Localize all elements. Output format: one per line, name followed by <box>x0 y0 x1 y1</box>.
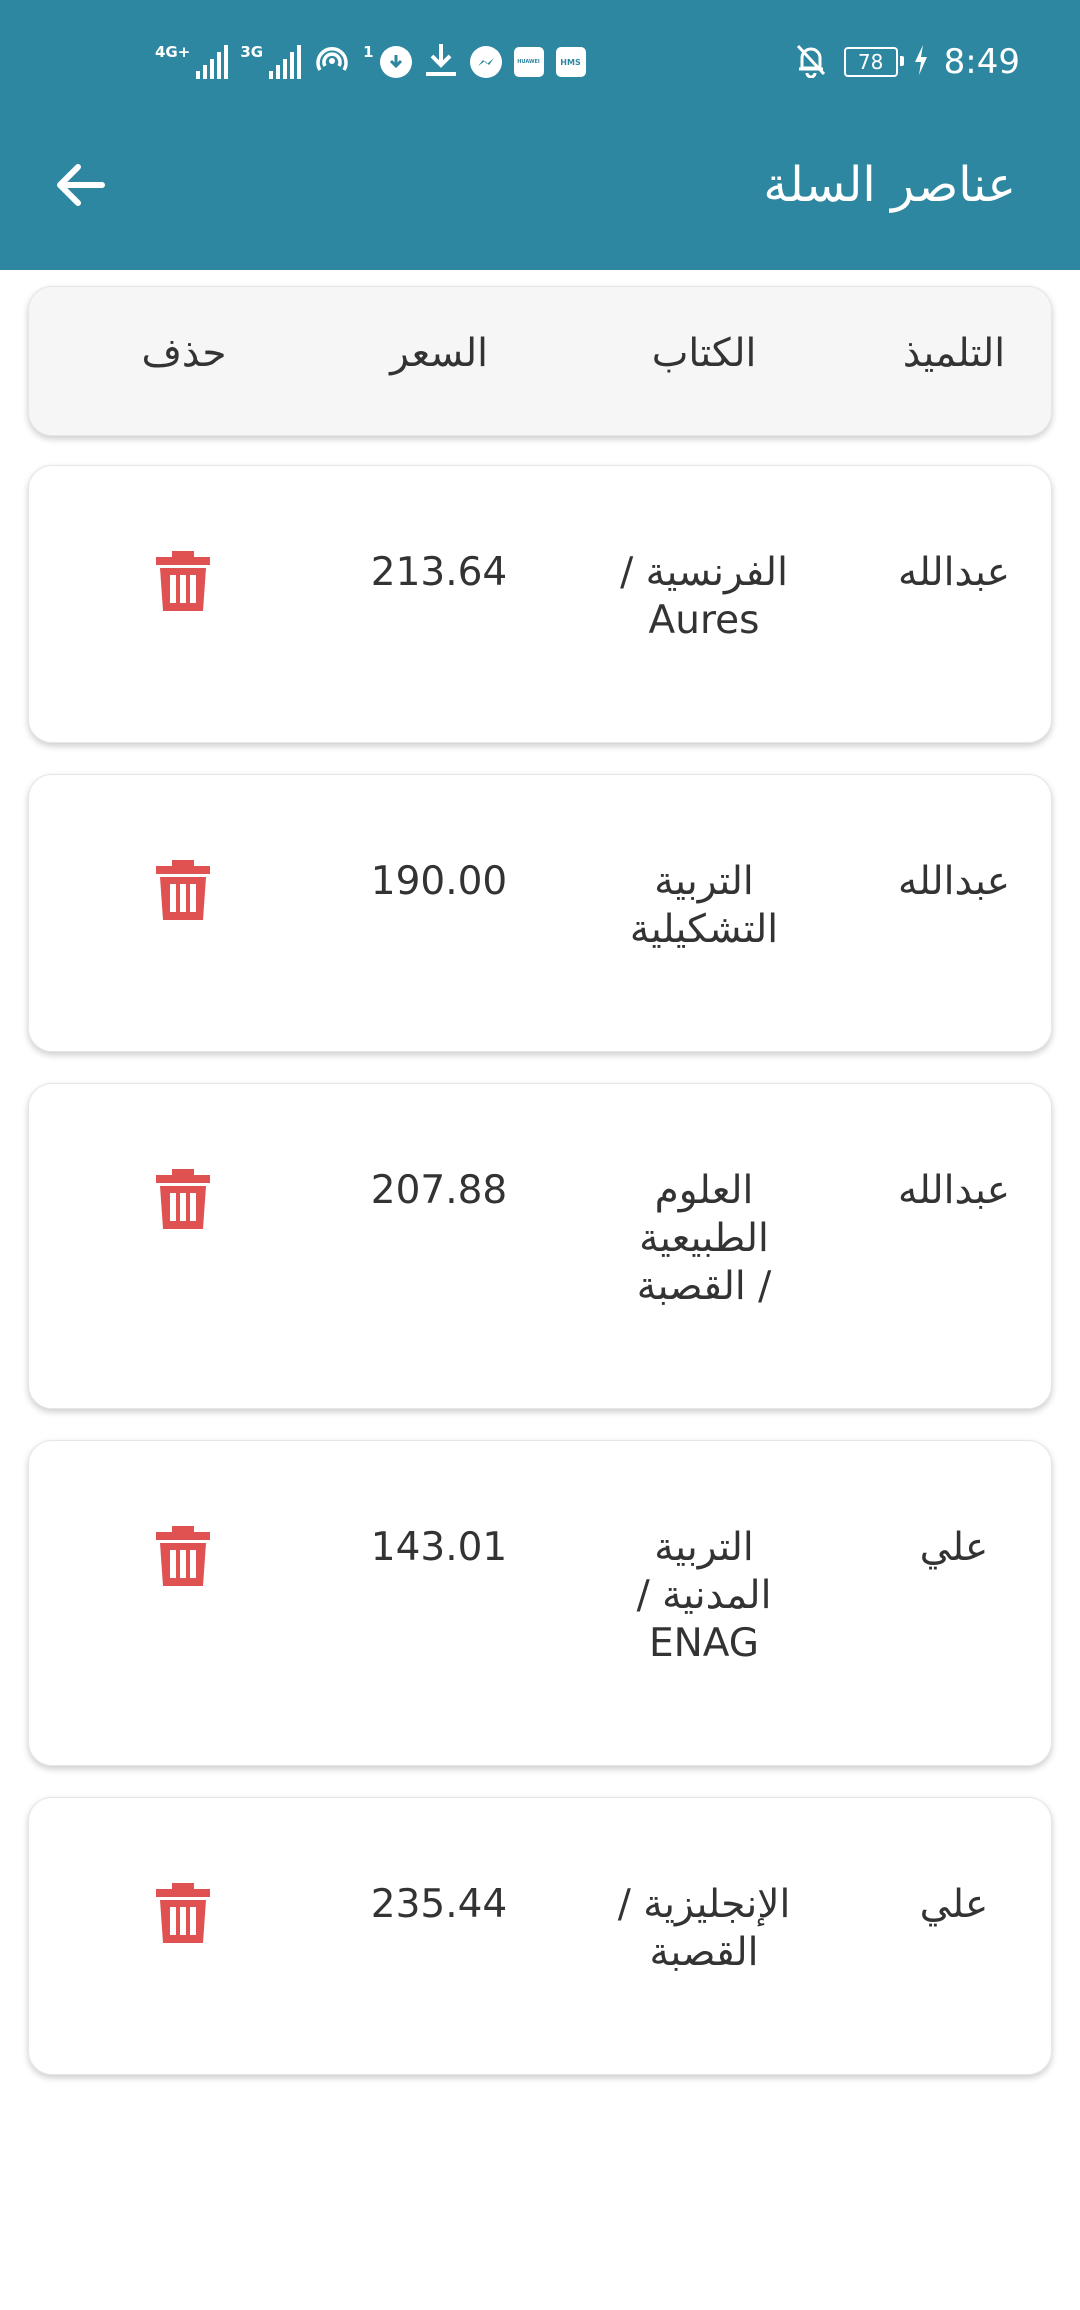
row-student: عبدالله <box>897 859 1011 904</box>
hms-icon: HMS <box>555 47 586 77</box>
row-student: علي <box>919 1525 989 1570</box>
table-row: عبدالله العلوم الطبيعية / القصبة 207.88 <box>28 1083 1052 1409</box>
table-header: التلميذ الكتاب السعر حذف <box>28 286 1052 436</box>
network-type-1: 4G+ <box>155 42 191 61</box>
table-row: عبدالله التربية التشكيلية 190.00 <box>28 774 1052 1052</box>
row-book: الإنجليزية / القصبة <box>617 1882 791 1975</box>
row-book: التربية المدنية / ENAG <box>636 1525 772 1666</box>
network-type-2: 3G <box>240 42 264 61</box>
app-bar: 4G+ 3G 1 HUAWEI HMS 78 8:49 عناصر السلة <box>0 0 1080 270</box>
row-student: عبدالله <box>897 1168 1011 1213</box>
row-book: العلوم الطبيعية / القصبة <box>636 1168 772 1309</box>
header-student: التلميذ <box>902 331 1006 376</box>
back-button[interactable] <box>40 150 120 220</box>
header-price: السعر <box>390 331 488 376</box>
signal-icon <box>196 45 229 79</box>
row-price: 190.00 <box>370 859 508 904</box>
row-price: 143.01 <box>370 1525 508 1570</box>
signal-icon-2 <box>269 45 302 79</box>
table-row: علي الإنجليزية / القصبة 235.44 <box>28 1797 1052 2075</box>
huawei-store-icon: HUAWEI <box>513 47 544 77</box>
download-icon <box>424 42 458 82</box>
charging-icon <box>914 45 928 79</box>
row-student: علي <box>919 1882 989 1927</box>
row-price: 213.64 <box>370 550 508 595</box>
trash-icon[interactable] <box>156 551 210 611</box>
messenger-icon <box>469 46 502 78</box>
header-delete: حذف <box>141 331 227 376</box>
table-row: عبدالله الفرنسية / Aures 213.64 <box>28 465 1052 743</box>
trash-icon[interactable] <box>156 1883 210 1943</box>
row-book: التربية التشكيلية <box>629 859 779 952</box>
page-title: عناصر السلة <box>763 157 1016 213</box>
table-row: علي التربية المدنية / ENAG 143.01 <box>28 1440 1052 1766</box>
row-price: 207.88 <box>370 1168 508 1213</box>
hotspot-icon <box>313 42 351 82</box>
header-book: الكتاب <box>651 331 757 376</box>
bell-off-icon <box>794 42 828 82</box>
row-book: الفرنسية / Aures <box>620 550 788 643</box>
row-price: 235.44 <box>370 1882 508 1927</box>
trash-icon[interactable] <box>156 1169 210 1229</box>
trash-icon[interactable] <box>156 1526 210 1586</box>
arrow-left-icon <box>57 164 105 206</box>
clock: 8:49 <box>943 42 1020 82</box>
status-bar: 4G+ 3G 1 HUAWEI HMS 78 8:49 <box>0 0 1080 125</box>
battery-icon: 78 <box>843 47 904 77</box>
hotspot-count: 1 <box>363 42 374 61</box>
trash-icon[interactable] <box>156 860 210 920</box>
download-circle-icon <box>379 46 412 78</box>
row-student: عبدالله <box>897 550 1011 595</box>
